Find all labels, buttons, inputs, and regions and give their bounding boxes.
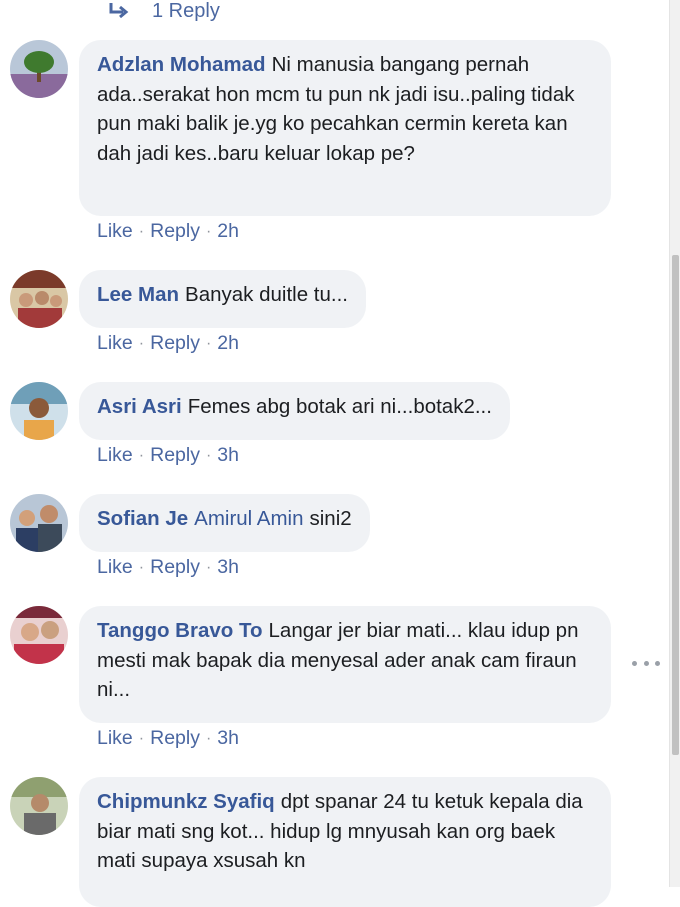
comment-bubble: Sofian Je Amirul Amin sini2 [79, 494, 370, 552]
person-photo-icon [10, 382, 68, 440]
commenter-name[interactable]: Lee Man [97, 283, 179, 306]
commenter-name[interactable]: Adzlan Mohamad [97, 53, 266, 76]
timestamp[interactable]: 3h [217, 444, 239, 467]
comment-text: Femes abg botak ari ni...botak2... [187, 395, 492, 418]
avatar[interactable] [10, 777, 68, 835]
person-photo-icon [10, 777, 68, 835]
reply-link[interactable]: Reply [150, 220, 200, 243]
separator: · [205, 558, 212, 576]
avatar[interactable] [10, 40, 68, 98]
avatar[interactable] [10, 382, 68, 440]
separator: · [205, 334, 212, 352]
separator: · [138, 558, 145, 576]
scrollbar[interactable] [669, 0, 680, 887]
comment-bubble: Adzlan Mohamad Ni manusia bangang pernah … [79, 40, 611, 216]
view-replies-link[interactable]: 1 Reply [108, 0, 220, 28]
comment-actions: Like · Reply · 3h [97, 556, 239, 579]
comment-bubble: Tanggo Bravo To Langar jer biar mati... k… [79, 606, 611, 723]
like-link[interactable]: Like [97, 556, 133, 579]
comment-actions: Like · Reply · 2h [97, 220, 239, 243]
reply-link[interactable]: Reply [150, 444, 200, 467]
comment-actions: Like · Reply · 3h [97, 444, 239, 467]
separator: · [138, 334, 145, 352]
commenter-name[interactable]: Chipmunkz Syafiq [97, 790, 275, 813]
commenter-name[interactable]: Tanggo Bravo To [97, 619, 263, 642]
comment-bubble: Asri Asri Femes abg botak ari ni...botak2… [79, 382, 510, 440]
group-photo-icon [10, 270, 68, 328]
more-options-icon[interactable] [632, 658, 660, 668]
timestamp[interactable]: 2h [217, 220, 239, 243]
children-photo-icon [10, 606, 68, 664]
scrollbar-thumb[interactable] [672, 255, 679, 755]
timestamp[interactable]: 3h [217, 556, 239, 579]
tagged-user[interactable]: Amirul Amin [194, 507, 303, 530]
timestamp[interactable]: 2h [217, 332, 239, 355]
comment-text: Banyak duitle tu... [185, 283, 348, 306]
reply-link[interactable]: Reply [150, 727, 200, 750]
like-link[interactable]: Like [97, 727, 133, 750]
separator: · [138, 222, 145, 240]
reply-link[interactable]: Reply [150, 556, 200, 579]
avatar[interactable] [10, 606, 68, 664]
separator: · [138, 729, 145, 747]
view-replies-label: 1 Reply [152, 0, 220, 22]
commenter-name[interactable]: Asri Asri [97, 395, 182, 418]
separator: · [205, 446, 212, 464]
family-photo-icon [10, 494, 68, 552]
comment-actions: Like · Reply · 3h [97, 727, 239, 750]
comment-actions: Like · Reply · 2h [97, 332, 239, 355]
separator: · [205, 222, 212, 240]
avatar[interactable] [10, 494, 68, 552]
separator: · [205, 729, 212, 747]
comment-text: sini2 [309, 507, 352, 530]
avatar[interactable] [10, 270, 68, 328]
comment-bubble: Lee Man Banyak duitle tu... [79, 270, 366, 328]
commenter-name[interactable]: Sofian Je [97, 507, 188, 530]
like-link[interactable]: Like [97, 332, 133, 355]
like-link[interactable]: Like [97, 220, 133, 243]
like-link[interactable]: Like [97, 444, 133, 467]
tree-photo-icon [10, 40, 68, 98]
timestamp[interactable]: 3h [217, 727, 239, 750]
separator: · [138, 446, 145, 464]
reply-link[interactable]: Reply [150, 332, 200, 355]
reply-arrow-icon [109, 3, 129, 19]
comment-bubble: Chipmunkz Syafiq dpt spanar 24 tu ketuk k… [79, 777, 611, 907]
